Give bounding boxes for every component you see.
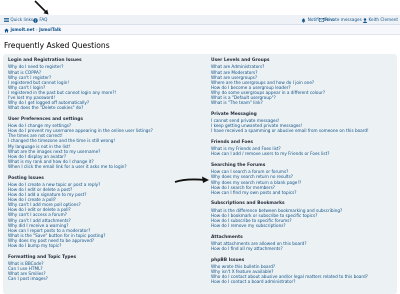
faq-question-link[interactable]: How do I bump my topic? — [8, 243, 198, 248]
faq-section: Searching the Forums How can I search a f… — [211, 163, 400, 195]
faq-question-link[interactable]: How do I remove my subscriptions? — [211, 223, 400, 228]
faq-section-title: Formatting and Topic Types — [8, 254, 77, 260]
faq-section-title: Posting Issues — [8, 175, 44, 181]
help-icon: ? — [33, 17, 38, 23]
breadcrumb-board[interactable]: jsmolt.net — [10, 27, 34, 32]
faq-question-link[interactable]: What does the "Delete cookies" do? — [8, 105, 198, 110]
breadcrumb-bar: jsmolt.net › JsmolTalk — [0, 25, 400, 35]
faq-question-link[interactable]: How can I add / remove users to my Frien… — [211, 151, 400, 156]
faq-section: Login and Registration Issues Why do I ne… — [8, 58, 198, 110]
private-messages-link[interactable]: Private messages — [325, 17, 362, 22]
home-icon — [4, 28, 9, 32]
faq-section-title: User Preferences and settings — [8, 116, 84, 122]
faq-question-link[interactable]: I have received a spamming or abusive em… — [211, 128, 400, 133]
top-navbar: Quick links ? FAQ Notifications Private … — [0, 15, 400, 25]
faq-section: Attachments What attachments are allowed … — [211, 235, 400, 252]
faq-section: Friends and Foes What is my Friends and F… — [211, 140, 400, 157]
faq-question-link[interactable]: How do I find all my attachments? — [211, 246, 400, 251]
faq-section: phpBB Issues Who wrote this bulletin boar… — [211, 258, 400, 285]
faq-section: User Preferences and settings How do I ch… — [8, 117, 198, 169]
faq-section-title: Friends and Foes — [211, 139, 253, 145]
page-title: Frequently Asked Questions — [4, 41, 110, 50]
faq-section-title: Attachments — [211, 234, 243, 240]
envelope-icon — [318, 18, 324, 22]
user-nav[interactable]: Private messages Keith Clement — [318, 15, 398, 24]
bell-icon — [302, 18, 306, 23]
faq-section-title: phpBB Issues — [211, 257, 245, 263]
faq-question-link[interactable]: How do I contact a board administrator? — [211, 279, 400, 284]
faq-section-title: Searching the Forums — [211, 162, 266, 168]
mouse-cursor-icon — [34, 0, 49, 15]
faq-section-title: User Levels and Groups — [211, 58, 270, 63]
faq-question-link[interactable]: What is "The team" link? — [211, 100, 400, 105]
hamburger-icon — [4, 18, 9, 22]
faq-section: Posting Issues How do I create a new topi… — [8, 176, 198, 249]
quick-links-menu[interactable]: Quick links — [4, 15, 33, 24]
faq-section: Subscriptions and Bookmarks What is the d… — [211, 201, 400, 228]
faq-section-title: Login and Registration Issues — [8, 58, 82, 63]
faq-question-link[interactable]: How can I find my own posts and topics? — [211, 190, 400, 195]
user-avatar-icon — [363, 17, 368, 23]
username-link[interactable]: Keith Clement — [368, 17, 398, 22]
faq-section: Private Messaging I cannot send private m… — [211, 112, 400, 134]
faq-section: User Levels and Groups What are Administr… — [211, 58, 400, 105]
faq-right-column: User Levels and Groups What are Administr… — [211, 58, 400, 291]
breadcrumb-forum[interactable]: JsmolTalk — [39, 27, 61, 32]
annotation-arrow-icon — [174, 176, 209, 183]
breadcrumb-separator-icon: › — [35, 27, 38, 32]
faq-section: Formatting and Topic Types What is BBCode… — [8, 255, 198, 282]
quick-links-link[interactable]: Quick links — [10, 17, 33, 22]
svg-text:?: ? — [35, 19, 37, 23]
faq-question-link[interactable]: When I click the email link for a user i… — [8, 164, 198, 169]
faq-section-title: Private Messaging — [211, 111, 257, 117]
breadcrumb: jsmolt.net › JsmolTalk — [4, 25, 61, 34]
faq-left-column: Login and Registration Issues Why do I ne… — [8, 58, 198, 288]
faq-question-link[interactable]: Can I post images? — [8, 276, 198, 281]
faq-section-title: Subscriptions and Bookmarks — [211, 201, 285, 207]
